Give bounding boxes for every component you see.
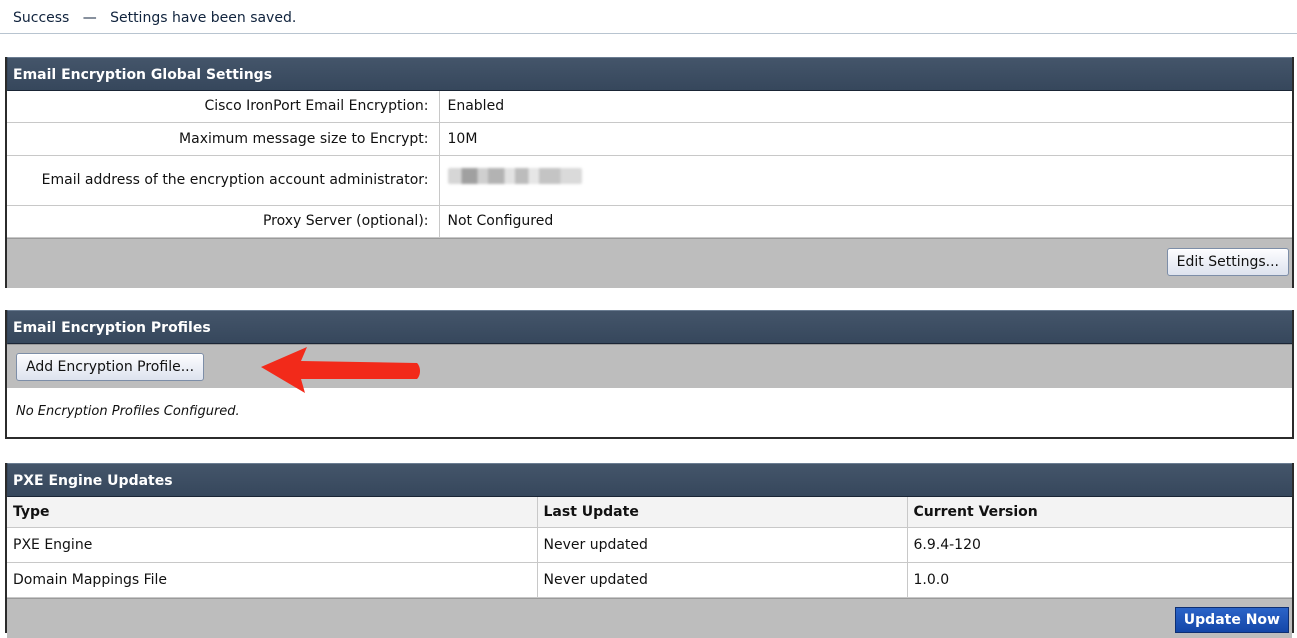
table-row: Domain Mappings File Never updated 1.0.0 [7, 562, 1292, 598]
pxe-updates-panel: PXE Engine Updates Type Last Update Curr… [5, 463, 1294, 638]
setting-row-proxy: Proxy Server (optional): Not Configured [7, 205, 1292, 238]
column-header-last-update: Last Update [537, 497, 908, 528]
cell-type: Domain Mappings File [7, 562, 538, 598]
pxe-updates-footer: Update Now [7, 597, 1292, 638]
global-settings-footer: Edit Settings... [7, 237, 1292, 288]
edit-settings-button[interactable]: Edit Settings... [1166, 247, 1289, 276]
add-encryption-profile-button[interactable]: Add Encryption Profile... [16, 353, 205, 381]
setting-row-max-size: Maximum message size to Encrypt: 10M [7, 122, 1292, 156]
setting-value: Not Configured [439, 205, 1292, 238]
setting-label: Cisco IronPort Email Encryption: [7, 91, 440, 123]
setting-row-admin-email: Email address of the encryption account … [7, 155, 1292, 206]
setting-label: Proxy Server (optional): [7, 205, 440, 238]
global-settings-panel: Email Encryption Global Settings Cisco I… [5, 57, 1294, 288]
cell-current-version: 6.9.4-120 [907, 527, 1292, 563]
separator: — [82, 10, 97, 26]
redacted-email [447, 167, 582, 184]
cell-last-update: Never updated [537, 562, 908, 598]
success-status: Success [13, 10, 70, 26]
table-row: PXE Engine Never updated 6.9.4-120 [7, 527, 1292, 563]
setting-value: 10M [439, 122, 1292, 156]
profiles-header: Email Encryption Profiles [7, 310, 1292, 344]
global-settings-header: Email Encryption Global Settings [7, 57, 1292, 91]
column-header-current-version: Current Version [907, 497, 1292, 528]
setting-value: Enabled [439, 91, 1292, 123]
cell-last-update: Never updated [537, 527, 908, 563]
setting-value [439, 155, 1292, 206]
setting-label: Maximum message size to Encrypt: [7, 122, 440, 156]
cell-current-version: 1.0.0 [907, 562, 1292, 598]
update-now-button[interactable]: Update Now [1174, 606, 1289, 633]
table-header-row: Type Last Update Current Version [7, 497, 1292, 528]
pxe-updates-title: PXE Engine Updates [13, 473, 173, 489]
global-settings-table: Cisco IronPort Email Encryption: Enabled… [7, 91, 1292, 238]
profiles-panel: Email Encryption Profiles Add Encryption… [5, 310, 1294, 439]
setting-row-encryption: Cisco IronPort Email Encryption: Enabled [7, 91, 1292, 123]
profiles-body: No Encryption Profiles Configured. [7, 388, 1292, 437]
no-profiles-message: No Encryption Profiles Configured. [16, 404, 240, 419]
profiles-toolbar: Add Encryption Profile... [7, 344, 1292, 393]
profiles-title: Email Encryption Profiles [13, 320, 211, 336]
success-detail: Settings have been saved. [110, 10, 297, 26]
cell-type: PXE Engine [7, 527, 538, 563]
global-settings-title: Email Encryption Global Settings [13, 67, 273, 83]
success-message: Success — Settings have been saved. [13, 10, 296, 26]
success-notification: Success — Settings have been saved. [0, 0, 1297, 34]
column-header-type: Type [7, 497, 538, 528]
pxe-updates-table: Type Last Update Current Version PXE Eng… [7, 497, 1292, 598]
pxe-updates-header: PXE Engine Updates [7, 463, 1292, 497]
setting-label: Email address of the encryption account … [7, 155, 440, 206]
